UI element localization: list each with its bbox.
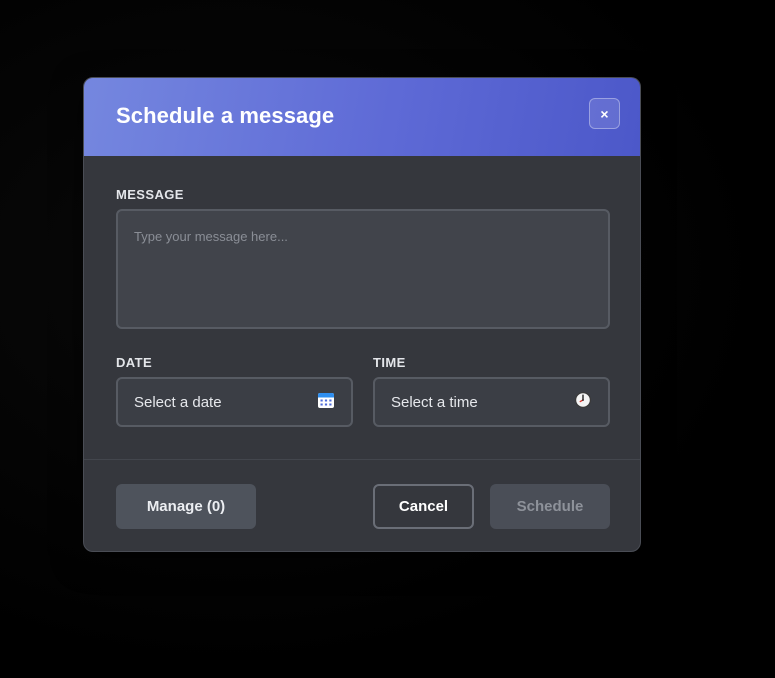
close-icon: ×	[600, 105, 609, 122]
schedule-message-dialog: Schedule a message × MESSAGE Type your m…	[83, 77, 641, 552]
message-label: MESSAGE	[116, 187, 184, 202]
date-picker[interactable]: Select a date	[116, 377, 353, 427]
schedule-button[interactable]: Schedule	[490, 484, 610, 529]
cancel-button[interactable]: Cancel	[373, 484, 474, 529]
clock-icon	[574, 391, 592, 414]
calendar-icon	[317, 391, 335, 414]
time-picker[interactable]: Select a time	[373, 377, 610, 427]
date-label: DATE	[116, 355, 153, 370]
message-placeholder: Type your message here...	[134, 229, 288, 244]
manage-button[interactable]: Manage (0)	[116, 484, 256, 529]
dialog-header: Schedule a message ×	[84, 78, 640, 156]
message-textarea[interactable]: Type your message here...	[116, 209, 610, 329]
footer-divider	[84, 459, 640, 460]
close-button[interactable]: ×	[589, 98, 620, 129]
time-label: TIME	[373, 355, 406, 370]
dialog-title: Schedule a message	[116, 103, 335, 128]
date-picker-text: Select a date	[134, 393, 222, 411]
time-picker-text: Select a time	[391, 393, 478, 411]
